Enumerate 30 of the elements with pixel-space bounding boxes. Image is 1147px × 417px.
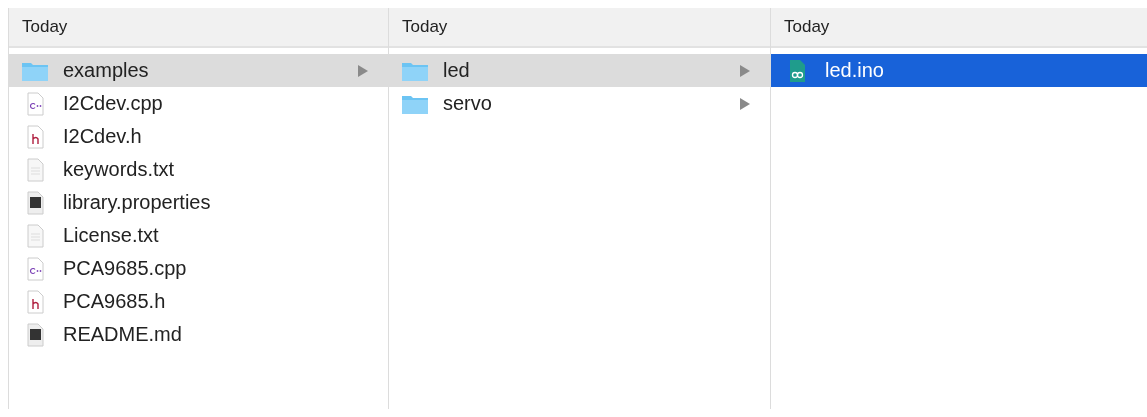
file-row[interactable]: PCA9685.h: [9, 285, 388, 318]
file-name: README.md: [63, 323, 183, 346]
file-row[interactable]: keywords.txt: [9, 153, 388, 186]
file-row[interactable]: License.txt: [9, 219, 388, 252]
file-name: examples: [63, 59, 150, 82]
file-row[interactable]: I2Cdev.cpp: [9, 87, 388, 120]
expand-arrow-icon: [358, 64, 368, 77]
file-name: keywords.txt: [63, 158, 176, 181]
column-header[interactable]: Today: [771, 8, 1147, 48]
file-name: led.ino: [825, 59, 885, 82]
file-row[interactable]: PCA9685.cpp: [9, 252, 388, 285]
file-row[interactable]: led.ino: [771, 54, 1147, 87]
file-row[interactable]: led: [389, 54, 770, 87]
file-row[interactable]: examples: [9, 54, 388, 87]
file-name: PCA9685.cpp: [63, 257, 188, 280]
column-header[interactable]: Today: [9, 8, 388, 48]
file-row[interactable]: I2Cdev.h: [9, 120, 388, 153]
file-name: I2Cdev.h: [63, 125, 143, 148]
expand-arrow-icon: [740, 97, 750, 110]
file-name: servo: [443, 92, 493, 115]
file-name: I2Cdev.cpp: [63, 92, 164, 115]
file-row[interactable]: servo: [389, 87, 770, 120]
expand-arrow-icon: [740, 64, 750, 77]
file-row[interactable]: library.properties: [9, 186, 388, 219]
file-name: PCA9685.h: [63, 290, 167, 313]
column-header[interactable]: Today: [389, 8, 770, 48]
file-name: License.txt: [63, 224, 160, 247]
file-name: library.properties: [63, 191, 212, 214]
file-row[interactable]: README.md: [9, 318, 388, 351]
file-name: led: [443, 59, 471, 82]
